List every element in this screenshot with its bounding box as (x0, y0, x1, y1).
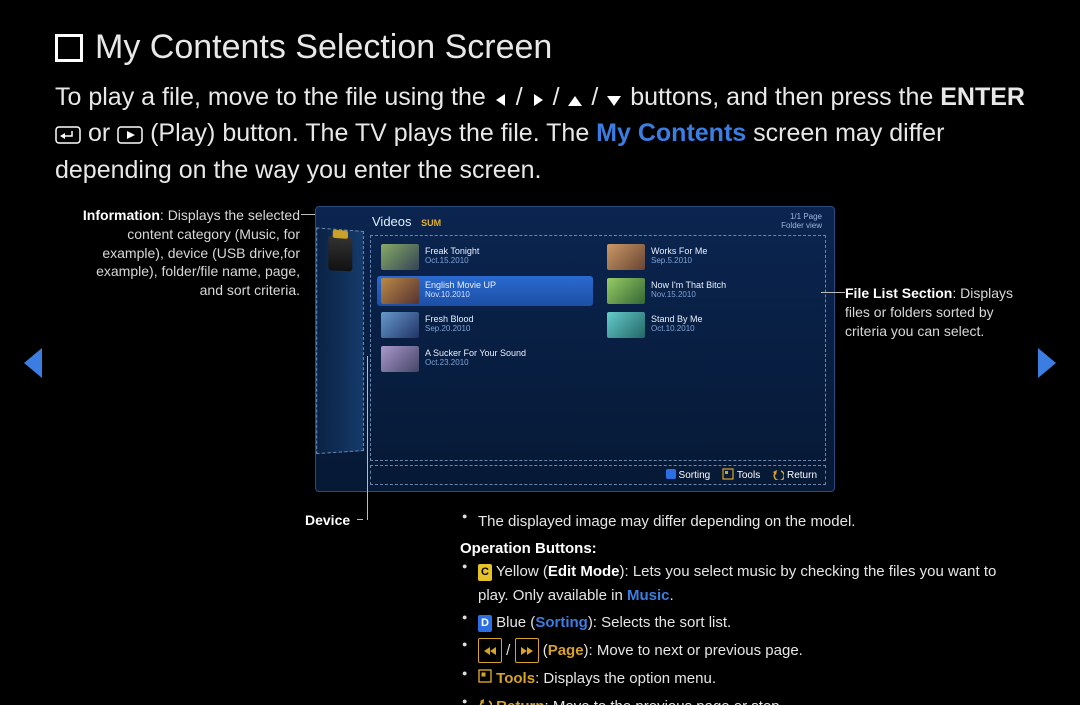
bullet-tools: Tools: Displays the option menu. (460, 667, 1025, 690)
file-item-selected: English Movie UPNov.10.2010 (377, 276, 593, 306)
sep: / (591, 83, 605, 111)
mock-sum: SUM (421, 218, 441, 228)
arrow-up-icon (566, 94, 584, 108)
intro-paragraph: To play a file, move to the file using t… (55, 79, 1025, 188)
note-model: The displayed image may differ depending… (460, 510, 1025, 533)
intro-text: or (88, 119, 117, 147)
arrow-right-icon (530, 92, 546, 108)
bullet-yellow: C Yellow (Edit Mode): Lets you select mu… (460, 560, 1025, 607)
square-bullet-icon (55, 34, 83, 62)
opbar-sorting: Sorting (679, 470, 711, 481)
callout-heading: Information (83, 207, 160, 223)
bullet-blue: D Blue (Sorting): Selects the sort list. (460, 611, 1025, 634)
next-page-arrow[interactable] (1034, 346, 1060, 385)
c-badge-icon: C (478, 564, 492, 581)
callout-information: Information: Displays the selected conte… (75, 206, 300, 300)
file-item: Stand By MeOct.10.2010 (603, 310, 819, 340)
notes-section: The displayed image may differ depending… (460, 510, 1025, 705)
file-item: Fresh BloodSep.20.2010 (377, 310, 593, 340)
mock-title: Videos (372, 214, 412, 229)
bullet-page: / (Page): Move to next or previous page. (460, 638, 1025, 663)
enter-icon (55, 126, 81, 144)
opbar-return: Return (787, 470, 817, 481)
mock-device-panel (316, 227, 364, 454)
leader-line (357, 519, 363, 520)
return-icon (478, 697, 492, 705)
screenshot-mock: Videos SUM 1/1 Page Folder view Freak To… (315, 206, 835, 492)
blue-square-icon (666, 469, 676, 479)
mock-file-list: Freak TonightOct.15.2010 Works For MeSep… (370, 235, 826, 461)
enter-label: ENTER (940, 83, 1025, 111)
usb-stick-icon (328, 235, 352, 271)
opbar-tools: Tools (737, 470, 760, 481)
my-contents-label: My Contents (596, 119, 746, 147)
mock-view: Folder view (781, 222, 822, 231)
mock-operation-bar: Sorting Tools Return (370, 465, 826, 485)
file-item: Works For MeSep.5.2010 (603, 242, 819, 272)
intro-text: (Play) button. The TV plays the file. Th… (150, 119, 596, 147)
leader-line (821, 292, 845, 293)
prev-page-arrow[interactable] (20, 346, 46, 385)
leader-line (367, 356, 368, 520)
sep: / (516, 83, 530, 111)
bullet-return: Return: Move to the previous page or ste… (460, 695, 1025, 705)
intro-text: To play a file, move to the file using t… (55, 83, 493, 111)
callout-heading: File List Section (845, 285, 952, 301)
file-item: Now I'm That BitchNov.15.2010 (603, 276, 819, 306)
mock-header: Videos SUM 1/1 Page Folder view (316, 207, 834, 235)
return-icon (772, 468, 784, 480)
arrow-left-icon (493, 92, 509, 108)
play-button-icon (117, 126, 143, 144)
skip-back-icon (478, 638, 502, 663)
d-badge-icon: D (478, 615, 492, 632)
intro-text: buttons, and then press the (630, 83, 940, 111)
tools-icon (722, 468, 734, 480)
callout-device: Device (305, 511, 350, 530)
skip-forward-icon (515, 638, 539, 663)
page-title: My Contents Selection Screen (95, 28, 552, 67)
arrow-down-icon (605, 94, 623, 108)
page-title-row: My Contents Selection Screen (55, 28, 1025, 67)
diagram-area: Information: Displays the selected conte… (55, 206, 1025, 506)
operation-buttons-heading: Operation Buttons: (460, 537, 1025, 560)
file-item: A Sucker For Your SoundOct.23.2010 (377, 344, 593, 374)
sep: / (553, 83, 567, 111)
callout-file-list: File List Section: Displays files or fol… (845, 284, 1035, 341)
tools-icon (478, 669, 492, 683)
file-item: Freak TonightOct.15.2010 (377, 242, 593, 272)
